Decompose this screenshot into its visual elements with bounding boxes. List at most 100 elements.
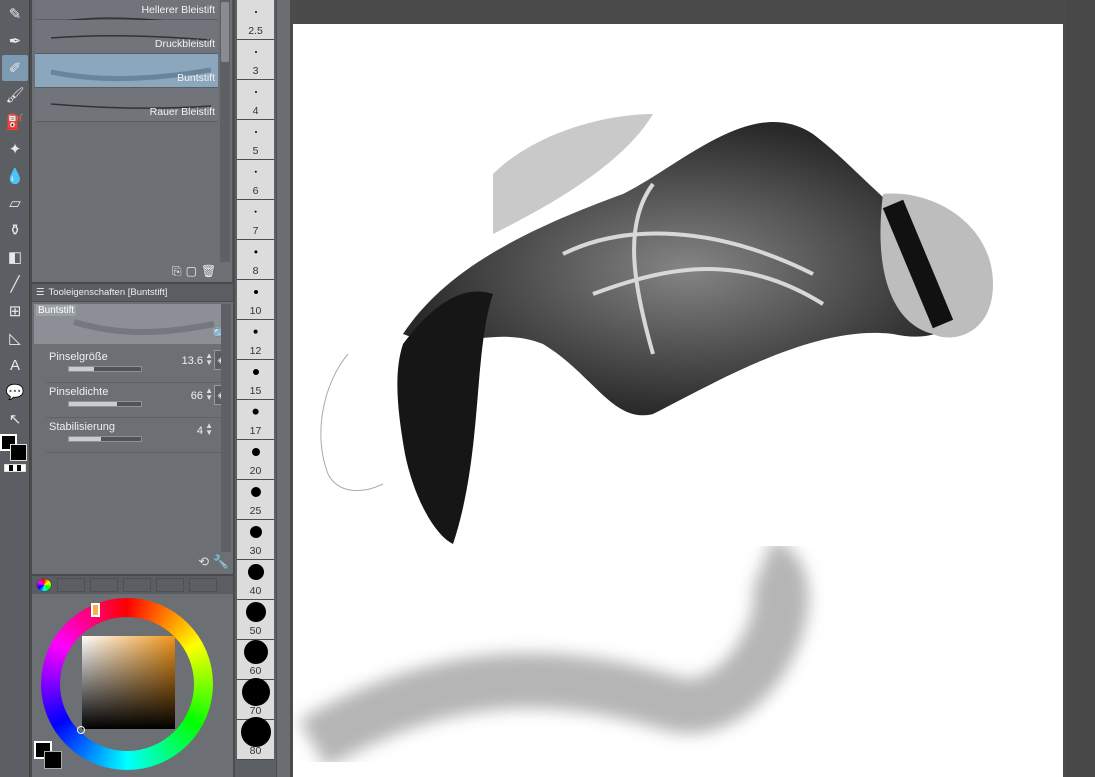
brush-size-preset[interactable]: 10 [237,280,274,320]
brush-size-preset[interactable]: 30 [237,520,274,560]
size-label: 30 [249,545,262,557]
trash-icon[interactable]: 🗑 [201,264,216,279]
line-icon[interactable]: ╱ [2,271,28,297]
brush-label: Rauer Bleistift [149,106,215,118]
size-label: 7 [252,225,259,237]
size-label: 50 [249,625,262,637]
brush-icon[interactable]: 🖌 [2,82,28,108]
size-dot [252,368,259,375]
tab-color-history[interactable] [189,578,218,592]
size-dot [250,486,261,497]
eraser-icon[interactable]: ▱ [2,190,28,216]
property-value[interactable]: 13.6 [182,355,203,367]
property-row: Pinselgröße13.6▲▼◈ [46,348,229,383]
sub-color-chip[interactable] [44,751,62,769]
brush-size-preset[interactable]: 2.5 [237,0,274,40]
size-label: 80 [249,745,262,757]
size-dot [254,210,257,214]
transparent-color-chip[interactable] [4,464,26,472]
property-slider[interactable] [68,366,142,372]
canvas-area[interactable] [290,0,1095,777]
tool-properties-panel: ☰ Tooleigenschaften [Buntstift] Buntstif… [32,284,233,574]
drawing-canvas[interactable] [293,24,1063,777]
size-dot [254,170,257,173]
brush-list-scrollbar[interactable] [220,0,230,262]
brush-size-preset[interactable]: 80 [237,716,274,760]
wrench-icon[interactable]: 🔧 [213,554,229,569]
airbrush-icon[interactable]: ⛽ [2,109,28,135]
brush-size-preset[interactable]: 4 [237,80,274,120]
property-label: Pinselgröße [49,351,108,363]
tool-properties-header: ☰ Tooleigenschaften [Buntstift] [32,284,233,302]
size-dot [254,50,257,53]
pencil-icon[interactable]: ✐ [2,55,28,81]
size-dot [245,601,266,622]
correct-line-icon[interactable]: ↖ [2,406,28,432]
fill-icon[interactable]: ⚱ [2,217,28,243]
brush-size-preset[interactable]: 20 [237,440,274,480]
brush-size-preset[interactable]: 25 [237,480,274,520]
brush-size-preset[interactable]: 12 [237,320,274,360]
color-picker-dot[interactable] [77,726,85,734]
brush-size-preset[interactable]: 17 [237,400,274,440]
brush-preview: Buntstift 🔍 [34,304,231,344]
size-label: 25 [249,505,262,517]
new-icon[interactable]: ▢ [186,264,197,279]
tab-color-slider[interactable] [57,578,86,592]
brush-label: Druckbleistift [154,38,215,50]
color-chips [34,741,64,771]
brush-size-preset[interactable]: 60 [237,639,274,680]
pen-icon[interactable]: ✒ [2,28,28,54]
brush-size-preset[interactable]: 7 [237,200,274,240]
brush-size-preset[interactable]: 40 [237,560,274,600]
properties-scrollbar[interactable] [221,304,231,552]
brush-size-preset[interactable]: 3 [237,40,274,80]
sub-color-chip[interactable] [10,444,27,461]
property-row: Stabilisierung 4 ▲ ▼ [46,418,229,453]
property-value[interactable]: 4 [197,425,203,437]
brush-size-preset[interactable]: 5 [237,120,274,160]
size-label: 60 [249,665,262,677]
tab-approximate-color[interactable] [156,578,185,592]
size-dot [254,130,257,133]
tab-color-wheel[interactable] [36,578,52,592]
property-slider[interactable] [68,436,142,442]
brush-item[interactable]: Rauer Bleistift [35,88,218,122]
spinner-icon[interactable]: ▲ ▼ [205,352,213,367]
size-label: 10 [249,305,262,317]
size-dot [240,716,271,747]
spinner-icon[interactable]: ▲ ▼ [205,387,213,402]
hue-marker[interactable] [91,603,100,617]
brush-size-preset[interactable]: 70 [237,677,274,720]
property-slider[interactable] [68,401,142,407]
artwork [299,114,993,768]
ruler-icon[interactable]: ◺ [2,325,28,351]
frame-icon[interactable]: ⊞ [2,298,28,324]
tool-properties-title: Tooleigenschaften [Buntstift] [48,287,168,298]
app-window: ✎ ✒ ✐ 🖌 ⛽ ✦ 💧 ▱ ⚱ ◧ ╱ ⊞ ◺ A 💬 ↖ Hellerer Bleistift Druck… [0,0,1095,777]
text-icon[interactable]: A [2,352,28,378]
saturation-value-square[interactable] [82,636,175,729]
gradient-icon[interactable]: ◧ [2,244,28,270]
property-label: Pinseldichte [49,386,109,398]
brush-size-preset[interactable]: 50 [237,600,274,640]
brush-item[interactable]: Buntstift [35,54,218,88]
brush-item[interactable]: Druckbleistift [35,20,218,54]
duplicate-icon[interactable]: ⎘ [172,264,182,279]
tab-color-set[interactable] [90,578,119,592]
panel-divider[interactable] [276,0,290,777]
brush-size-preset[interactable]: 15 [237,360,274,400]
balloon-icon[interactable]: 💬 [2,379,28,405]
blend-icon[interactable]: 💧 [2,163,28,189]
menu-icon[interactable]: ☰ [36,287,45,298]
spinner-icon[interactable]: ▲ ▼ [205,422,213,437]
reset-icon[interactable]: ⟲ [198,554,209,569]
eyedropper-icon[interactable]: ✎ [2,1,28,27]
tab-intermediate-color[interactable] [123,578,152,592]
brush-size-preset[interactable]: 6 [237,160,274,200]
brush-size-preset[interactable]: 8 [237,240,274,280]
decoration-icon[interactable]: ✦ [2,136,28,162]
property-value[interactable]: 66 [191,390,203,402]
brush-item[interactable]: Hellerer Bleistift [35,0,218,27]
size-dot [254,10,257,13]
